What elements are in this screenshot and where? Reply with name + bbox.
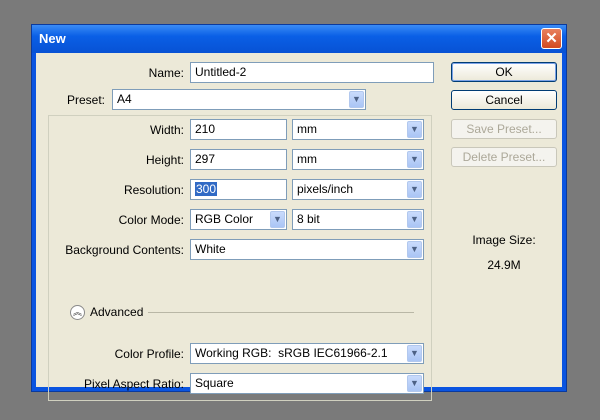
image-size-label: Image Size: [472, 233, 536, 247]
title-bar[interactable]: New ✕ [32, 25, 566, 53]
color-profile-label: Color Profile: [114, 347, 184, 361]
resolution-unit-value: pixels/inch [297, 182, 354, 196]
color-profile-select[interactable]: Working RGB: sRGB IEC61966-2.1 ▼ [190, 343, 424, 364]
resolution-unit-select[interactable]: pixels/inch ▼ [292, 179, 424, 200]
background-select[interactable]: White ▼ [190, 239, 424, 260]
height-unit-select[interactable]: mm ▼ [292, 149, 424, 170]
color-profile-value: Working RGB: sRGB IEC61966-2.1 [195, 346, 388, 360]
name-label: Name: [148, 66, 184, 80]
chevron-down-icon: ▼ [349, 91, 364, 108]
width-label: Width: [149, 123, 184, 137]
pixel-aspect-select[interactable]: Square ▼ [190, 373, 424, 394]
color-mode-value: RGB Color [195, 212, 254, 226]
preset-label: Preset: [64, 93, 109, 107]
width-field[interactable]: 210 [190, 119, 287, 140]
width-unit-value: mm [297, 122, 317, 136]
collapse-icon[interactable]: ︽ [70, 305, 85, 320]
close-icon[interactable]: ✕ [541, 28, 562, 49]
image-size-value: 24.9M [487, 258, 521, 272]
color-mode-label: Color Mode: [118, 213, 184, 227]
chevron-down-icon: ▼ [407, 241, 422, 258]
dialog-title: New [39, 31, 66, 46]
pixel-aspect-label: Pixel Aspect Ratio: [83, 377, 184, 391]
name-field[interactable]: Untitled-2 [190, 62, 434, 83]
ok-button[interactable]: OK [451, 62, 557, 82]
chevron-down-icon: ▼ [407, 345, 422, 362]
cancel-button[interactable]: Cancel [451, 90, 557, 110]
height-label: Height: [145, 153, 184, 167]
height-field[interactable]: 297 [190, 149, 287, 170]
preset-value: A4 [117, 92, 132, 106]
chevron-down-icon: ▼ [270, 211, 285, 228]
width-unit-select[interactable]: mm ▼ [292, 119, 424, 140]
save-preset-button[interactable]: Save Preset... [451, 119, 557, 139]
advanced-label[interactable]: Advanced [90, 305, 143, 319]
height-unit-value: mm [297, 152, 317, 166]
chevron-down-icon: ▼ [407, 181, 422, 198]
chevron-down-icon: ▼ [407, 121, 422, 138]
bit-depth-select[interactable]: 8 bit ▼ [292, 209, 424, 230]
dialog-body: Name: Untitled-2 Preset: A4 ▼ Width: 210… [36, 53, 562, 401]
resolution-value: 300 [195, 182, 218, 196]
new-document-dialog: New ✕ Name: Untitled-2 Preset: A4 ▼ Widt… [31, 24, 567, 401]
pixel-aspect-value: Square [195, 376, 234, 390]
delete-preset-button[interactable]: Delete Preset... [451, 147, 557, 167]
background-value: White [195, 242, 226, 256]
advanced-divider [148, 312, 414, 313]
chevron-down-icon: ▼ [407, 151, 422, 168]
color-mode-select[interactable]: RGB Color ▼ [190, 209, 287, 230]
background-label: Background Contents: [65, 243, 184, 257]
resolution-field[interactable]: 300 [190, 179, 287, 200]
preset-select[interactable]: A4 ▼ [112, 89, 366, 110]
chevron-down-icon: ▼ [407, 375, 422, 392]
chevron-down-icon: ▼ [407, 211, 422, 228]
bit-depth-value: 8 bit [297, 212, 320, 226]
resolution-label: Resolution: [123, 183, 184, 197]
